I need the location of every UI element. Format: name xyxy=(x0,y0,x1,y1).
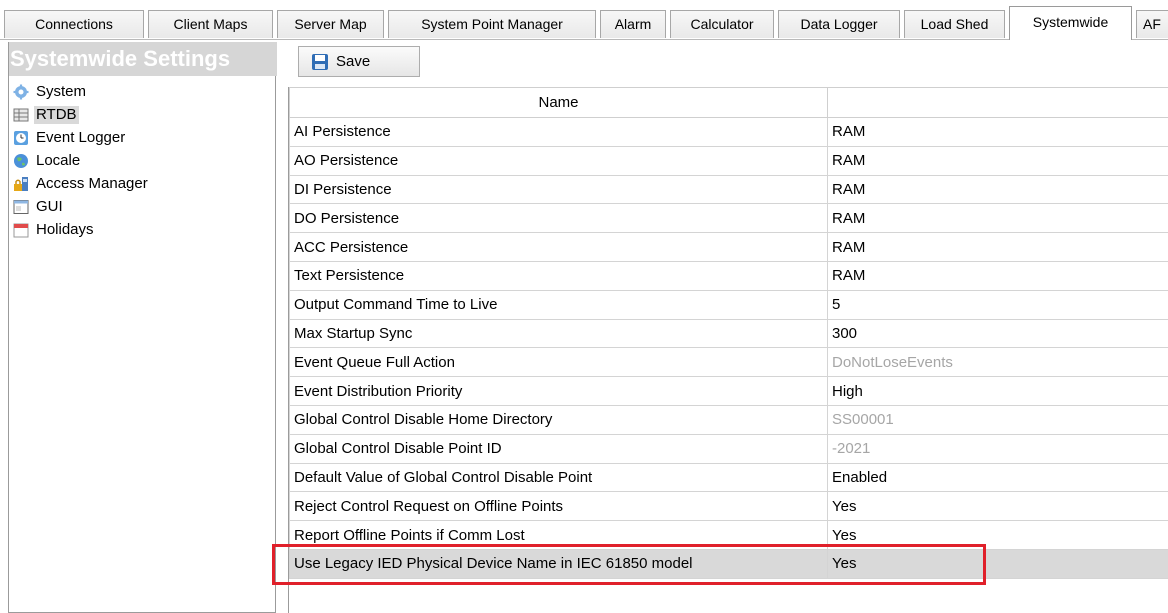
property-value-cell[interactable]: RAM xyxy=(827,260,1168,291)
property-value-cell[interactable]: Yes xyxy=(827,520,1168,550)
property-value-cell[interactable]: Enabled xyxy=(827,462,1168,493)
tab-systemwide[interactable]: Systemwide xyxy=(1009,6,1132,40)
property-name-cell: Event Distribution Priority xyxy=(289,376,828,406)
tree-item-rtdb[interactable]: RTDB xyxy=(9,103,150,126)
tree-item-holidays[interactable]: Holidays xyxy=(9,218,150,241)
property-value-cell[interactable]: RAM xyxy=(827,203,1168,234)
properties-table: Name AI Persistence RAM AO Persistence RAM D… xyxy=(288,87,1168,613)
property-name-cell: Default Value of Global Control Disable … xyxy=(289,462,828,493)
table-row[interactable]: Default Value of Global Control Disable … xyxy=(289,462,1168,493)
property-value-cell[interactable]: 5 xyxy=(827,289,1168,320)
table-row[interactable]: Text Persistence RAM xyxy=(289,260,1168,291)
database-icon xyxy=(13,107,29,123)
tree-item-gui[interactable]: GUI xyxy=(9,195,150,218)
property-value-cell: DoNotLoseEvents xyxy=(827,347,1168,378)
table-row[interactable]: DI Persistence RAM xyxy=(289,174,1168,205)
property-name-cell: DI Persistence xyxy=(289,174,828,205)
property-name-cell: Output Command Time to Live xyxy=(289,289,828,320)
save-button[interactable]: Save xyxy=(298,46,420,77)
tree-item-label: Holidays xyxy=(36,220,94,238)
property-value-cell[interactable]: RAM xyxy=(827,174,1168,205)
floppy-disk-icon xyxy=(311,53,329,71)
column-header-name[interactable]: Name xyxy=(289,87,828,118)
property-value-cell: -2021 xyxy=(827,433,1168,464)
table-row[interactable]: Max Startup Sync 300 xyxy=(289,318,1168,349)
table-row[interactable]: AO Persistence RAM xyxy=(289,145,1168,176)
property-value-cell: SS00001 xyxy=(827,404,1168,435)
table-row[interactable]: ACC Persistence RAM xyxy=(289,232,1168,262)
tree-item-locale[interactable]: Locale xyxy=(9,149,150,172)
property-name-cell: Use Legacy IED Physical Device Name in I… xyxy=(289,548,828,579)
table-row[interactable]: Use Legacy IED Physical Device Name in I… xyxy=(289,548,1168,579)
table-row[interactable]: Event Distribution Priority High xyxy=(289,376,1168,406)
table-row[interactable]: DO Persistence RAM xyxy=(289,203,1168,234)
property-name-cell: AI Persistence xyxy=(289,117,828,147)
tree-item-label: Access Manager xyxy=(36,174,148,192)
tree-item-label: RTDB xyxy=(34,105,79,124)
tab-connections[interactable]: Connections xyxy=(4,10,144,38)
tab-alarm[interactable]: Alarm xyxy=(600,10,666,38)
tab-load-shed[interactable]: Load Shed xyxy=(904,10,1005,38)
gear-icon xyxy=(13,84,29,100)
tree-item-label: System xyxy=(36,82,87,100)
event-log-icon xyxy=(13,130,29,146)
property-name-cell: ACC Persistence xyxy=(289,232,828,262)
property-value-cell[interactable]: Yes xyxy=(827,491,1168,522)
toolbar: Save xyxy=(288,44,1168,80)
tab-data-logger[interactable]: Data Logger xyxy=(778,10,900,38)
tab-server-map[interactable]: Server Map xyxy=(277,10,384,38)
panel-title: Systemwide Settings xyxy=(9,42,277,76)
column-header-value[interactable] xyxy=(827,87,1168,118)
property-name-cell: Max Startup Sync xyxy=(289,318,828,349)
property-name-cell: Reject Control Request on Offline Points xyxy=(289,491,828,522)
tab-client-maps[interactable]: Client Maps xyxy=(148,10,273,38)
property-name-cell: Text Persistence xyxy=(289,260,828,291)
property-name-cell: Event Queue Full Action xyxy=(289,347,828,378)
tab-system-point-manager[interactable]: System Point Manager xyxy=(388,10,596,38)
table-row[interactable]: Global Control Disable Home Directory SS0… xyxy=(289,404,1168,435)
globe-icon xyxy=(13,153,29,169)
table-row[interactable]: Output Command Time to Live 5 xyxy=(289,289,1168,320)
tree-item-access-manager[interactable]: Access Manager xyxy=(9,172,150,195)
tree-item-event-logger[interactable]: Event Logger xyxy=(9,126,150,149)
tree-item-label: Event Logger xyxy=(36,128,126,146)
table-row[interactable]: Report Offline Points if Comm Lost Yes xyxy=(289,520,1168,550)
property-value-cell[interactable]: RAM xyxy=(827,232,1168,262)
tree-item-system[interactable]: System xyxy=(9,80,150,103)
table-row[interactable]: Reject Control Request on Offline Points… xyxy=(289,491,1168,522)
tab-calculator[interactable]: Calculator xyxy=(670,10,774,38)
tab-bar: Connections Client Maps Server Map Syste… xyxy=(0,0,1168,40)
lock-icon xyxy=(13,176,29,192)
window-icon xyxy=(13,199,29,215)
save-button-label: Save xyxy=(336,53,371,70)
tab-af[interactable]: AF xyxy=(1136,10,1168,38)
property-name-cell: Global Control Disable Point ID xyxy=(289,433,828,464)
table-row[interactable]: Global Control Disable Point ID -2021 xyxy=(289,433,1168,464)
property-value-cell[interactable]: 300 xyxy=(827,318,1168,349)
calendar-icon xyxy=(13,222,29,238)
tree-item-label: Locale xyxy=(36,151,81,169)
property-name-cell: Global Control Disable Home Directory xyxy=(289,404,828,435)
table-row[interactable]: AI Persistence RAM xyxy=(289,117,1168,147)
property-name-cell: AO Persistence xyxy=(289,145,828,176)
settings-navigation-panel: Systemwide Settings System RTDB Event Lo… xyxy=(8,42,277,613)
property-value-cell[interactable]: RAM xyxy=(827,117,1168,147)
property-value-cell[interactable]: High xyxy=(827,376,1168,406)
table-row[interactable]: Event Queue Full Action DoNotLoseEvents xyxy=(289,347,1168,378)
property-name-cell: Report Offline Points if Comm Lost xyxy=(289,520,828,550)
tree-item-label: GUI xyxy=(36,197,63,215)
table-header-row: Name xyxy=(289,87,1168,118)
settings-tree: System RTDB Event Logger Locale Access M… xyxy=(9,80,150,241)
property-name-cell: DO Persistence xyxy=(289,203,828,234)
property-value-cell[interactable]: RAM xyxy=(827,145,1168,176)
property-value-cell[interactable]: Yes xyxy=(827,548,1168,579)
